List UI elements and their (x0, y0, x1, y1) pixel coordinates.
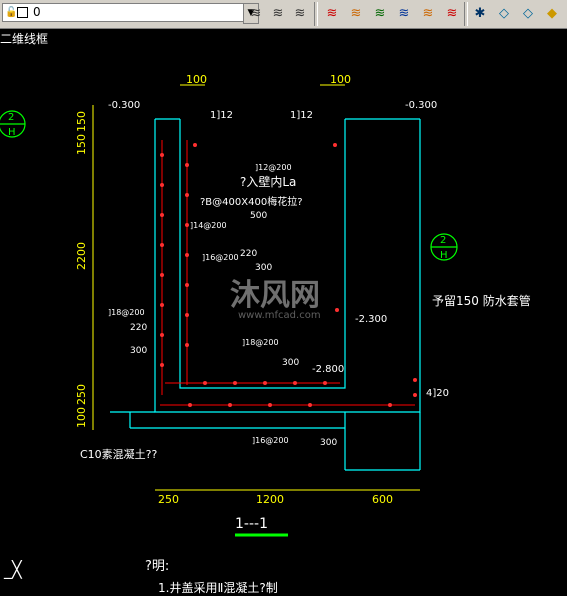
r14: ]14@200 (190, 221, 227, 230)
dim-vert-4: 250 (75, 384, 88, 405)
dim-bottom-1: 250 (158, 493, 179, 506)
elev-right: -0.300 (405, 100, 437, 111)
haunch-note: ?B@400X400梅花拉? (200, 195, 303, 208)
r500: 500 (250, 211, 267, 221)
section-marker-right-top: 2 (440, 235, 446, 246)
wall-note: ?入壁内La (240, 174, 296, 189)
r18: ]18@200 (108, 308, 145, 317)
ucs-icon: _╳ (4, 560, 22, 579)
r220b: 220 (130, 323, 147, 333)
elev-left: -0.300 (108, 100, 140, 111)
dim-top-left: 100 (186, 73, 207, 86)
r300d: 300 (320, 438, 337, 448)
notes-title: ?明: (145, 559, 169, 574)
dim-vert-2: 150 (75, 134, 88, 155)
dim-bottom-3: 600 (372, 493, 393, 506)
section-marker-right-bottom: H (440, 250, 448, 261)
rebar-12-right: 1]12 (290, 110, 313, 121)
r16: ]16@200 (202, 253, 239, 262)
watermark-url: www.mfcad.com (238, 310, 321, 321)
r300c: 300 (282, 358, 299, 368)
r300b: 300 (130, 346, 147, 356)
elev-mid1: -2.300 (355, 314, 387, 325)
section-marker-left-top: 2 (8, 112, 14, 123)
r16b: ]16@200 (252, 436, 289, 445)
rebar-12-left: 1]12 (210, 110, 233, 121)
section-marker-left-bottom: H (8, 127, 16, 138)
r220a: 220 (240, 249, 257, 259)
section-label: 1---1 (235, 516, 268, 532)
drawing-canvas[interactable]: 100 100 150 150 2200 250 100 250 1200 60… (0, 0, 567, 596)
rebar-top: ]12@200 (255, 163, 292, 172)
dim-vert-1: 150 (75, 111, 88, 132)
dim-bottom-2: 1200 (256, 493, 284, 506)
notes-line1: 1.井盖采用Ⅱ混凝土?制 (158, 580, 278, 595)
r18b: ]18@200 (242, 338, 279, 347)
dim-vert-5: 100 (75, 407, 88, 428)
watermark-cn: 沐风网 (230, 278, 320, 313)
r300a: 300 (255, 263, 272, 273)
c10-note: C10素混凝土?? (80, 447, 158, 461)
dim-vert-3: 2200 (75, 242, 88, 270)
pipe-note: 予留150 防水套管 (432, 293, 531, 308)
elev-mid2: -2.800 (312, 364, 344, 375)
r420: 4]20 (426, 388, 449, 399)
dim-top-right: 100 (330, 73, 351, 86)
